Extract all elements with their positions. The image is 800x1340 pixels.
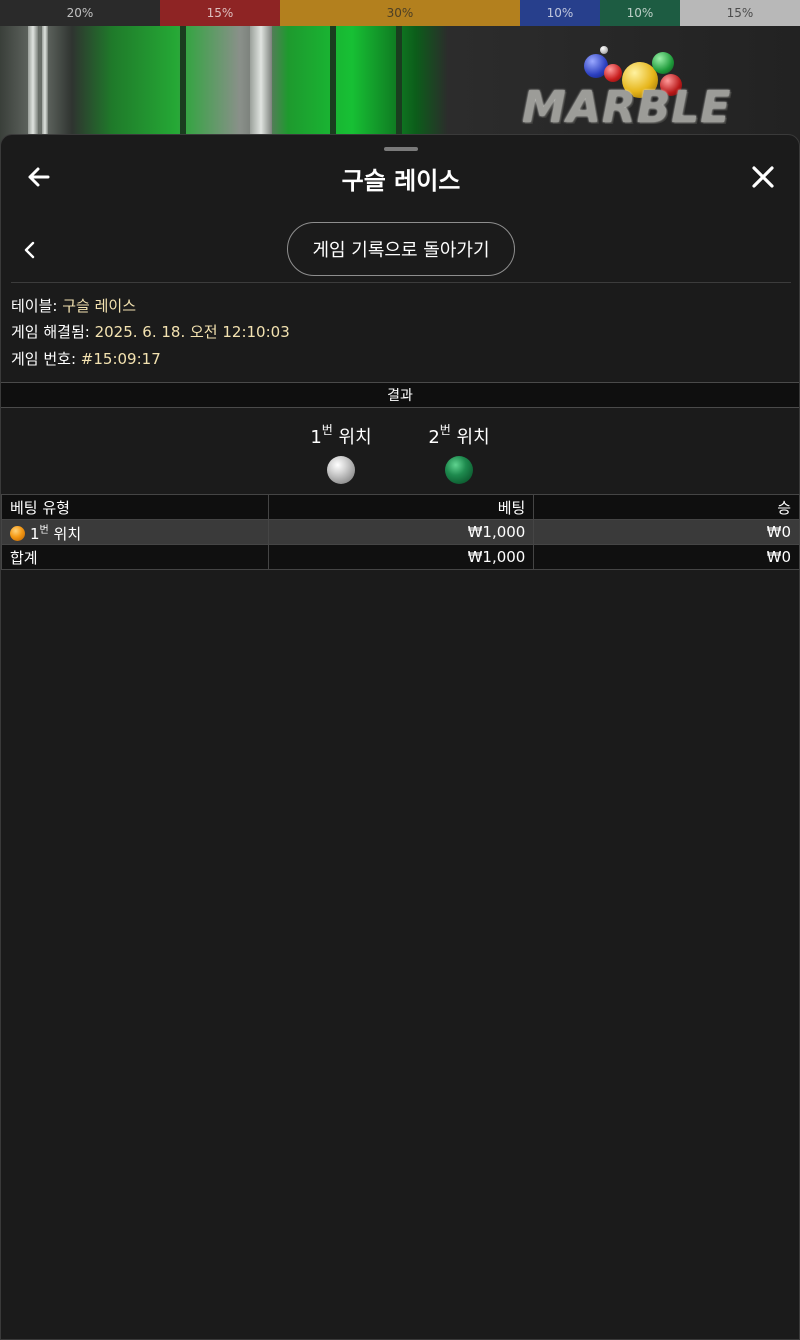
back-to-history-button[interactable]: 게임 기록으로 돌아가기	[287, 222, 515, 276]
video-frame	[330, 26, 336, 146]
silver-marble-icon	[327, 456, 355, 484]
resolved-value: 2025. 6. 18. 오전 12:10:03	[94, 323, 290, 341]
drag-handle[interactable]	[384, 147, 418, 151]
green-marble-icon	[445, 456, 473, 484]
odds-segment: 20%	[0, 0, 160, 26]
game-details-sheet: 구슬 레이스 게임 기록으로 돌아가기 테이블: 구슬 레이스 게임 해결됨: …	[0, 134, 800, 1340]
header-bet-type: 베팅 유형	[1, 494, 269, 520]
marble-race-logo: MARBLE	[522, 46, 732, 146]
total-row: 합계 ₩1,000 ₩0	[1, 544, 800, 570]
position-number: 2	[428, 427, 440, 448]
total-bet: ₩1,000	[267, 544, 535, 570]
divider	[11, 282, 791, 283]
table-info: 테이블: 구슬 레이스	[11, 295, 136, 316]
logo-marble-white	[600, 46, 608, 54]
orange-marble-icon	[10, 525, 25, 541]
position-word: 위치	[332, 427, 372, 448]
odds-segment: 10%	[600, 0, 680, 26]
live-video[interactable]: MARBLE	[0, 26, 800, 146]
video-pole	[42, 26, 48, 146]
table-value: 구슬 레이스	[62, 297, 137, 315]
odds-segment: 10%	[520, 0, 600, 26]
table-label: 테이블:	[11, 297, 63, 315]
header-bet: 베팅	[267, 494, 535, 520]
position-suffix: 번	[439, 423, 451, 437]
bet-type-suffix: 번	[39, 524, 49, 536]
game-number-value: #15:09:17	[80, 350, 161, 368]
result-heading: 결과	[1, 382, 799, 408]
chevron-left-icon	[24, 241, 35, 259]
position-word: 위치	[450, 427, 490, 448]
video-pole	[250, 26, 272, 146]
game-number-info: 게임 번호: #15:09:17	[11, 348, 161, 369]
resolved-info: 게임 해결됨: 2025. 6. 18. 오전 12:10:03	[11, 321, 290, 342]
table-header-row: 베팅 유형 베팅 승	[1, 494, 800, 520]
previous-button[interactable]	[17, 235, 43, 265]
bet-type-number: 1	[30, 524, 40, 543]
close-icon	[752, 166, 774, 188]
bets-table: 베팅 유형 베팅 승 1번 위치 ₩1,000 ₩0 합계 ₩1,000 ₩0	[1, 494, 800, 570]
game-number-label: 게임 번호:	[11, 350, 81, 368]
bet-amount-cell: ₩1,000	[267, 519, 535, 545]
bet-type-cell: 1번 위치	[1, 519, 269, 545]
odds-segment: 30%	[280, 0, 520, 26]
logo-marble-green	[652, 52, 674, 74]
page-title: 구슬 레이스	[341, 167, 461, 195]
odds-bar: 20% 15% 30% 10% 10% 15%	[0, 0, 800, 26]
position-1-label: 1번 위치	[281, 423, 401, 449]
total-label: 합계	[1, 544, 269, 570]
logo-text: MARBLE	[522, 82, 732, 133]
bet-type-word: 위치	[48, 524, 82, 543]
video-frame	[396, 26, 402, 146]
odds-segment: 15%	[680, 0, 800, 26]
table-row: 1번 위치 ₩1,000 ₩0	[1, 519, 800, 545]
resolved-label: 게임 해결됨:	[11, 323, 95, 341]
video-frame	[180, 26, 186, 146]
position-2-label: 2번 위치	[399, 423, 519, 449]
total-win: ₩0	[533, 544, 800, 570]
logo-marble-red	[604, 64, 622, 82]
position-suffix: 번	[321, 423, 333, 437]
odds-segment: 15%	[160, 0, 280, 26]
video-pole	[28, 26, 38, 146]
header-win: 승	[533, 494, 800, 520]
close-button[interactable]	[747, 161, 779, 193]
position-number: 1	[310, 427, 322, 448]
win-amount-cell: ₩0	[533, 519, 800, 545]
